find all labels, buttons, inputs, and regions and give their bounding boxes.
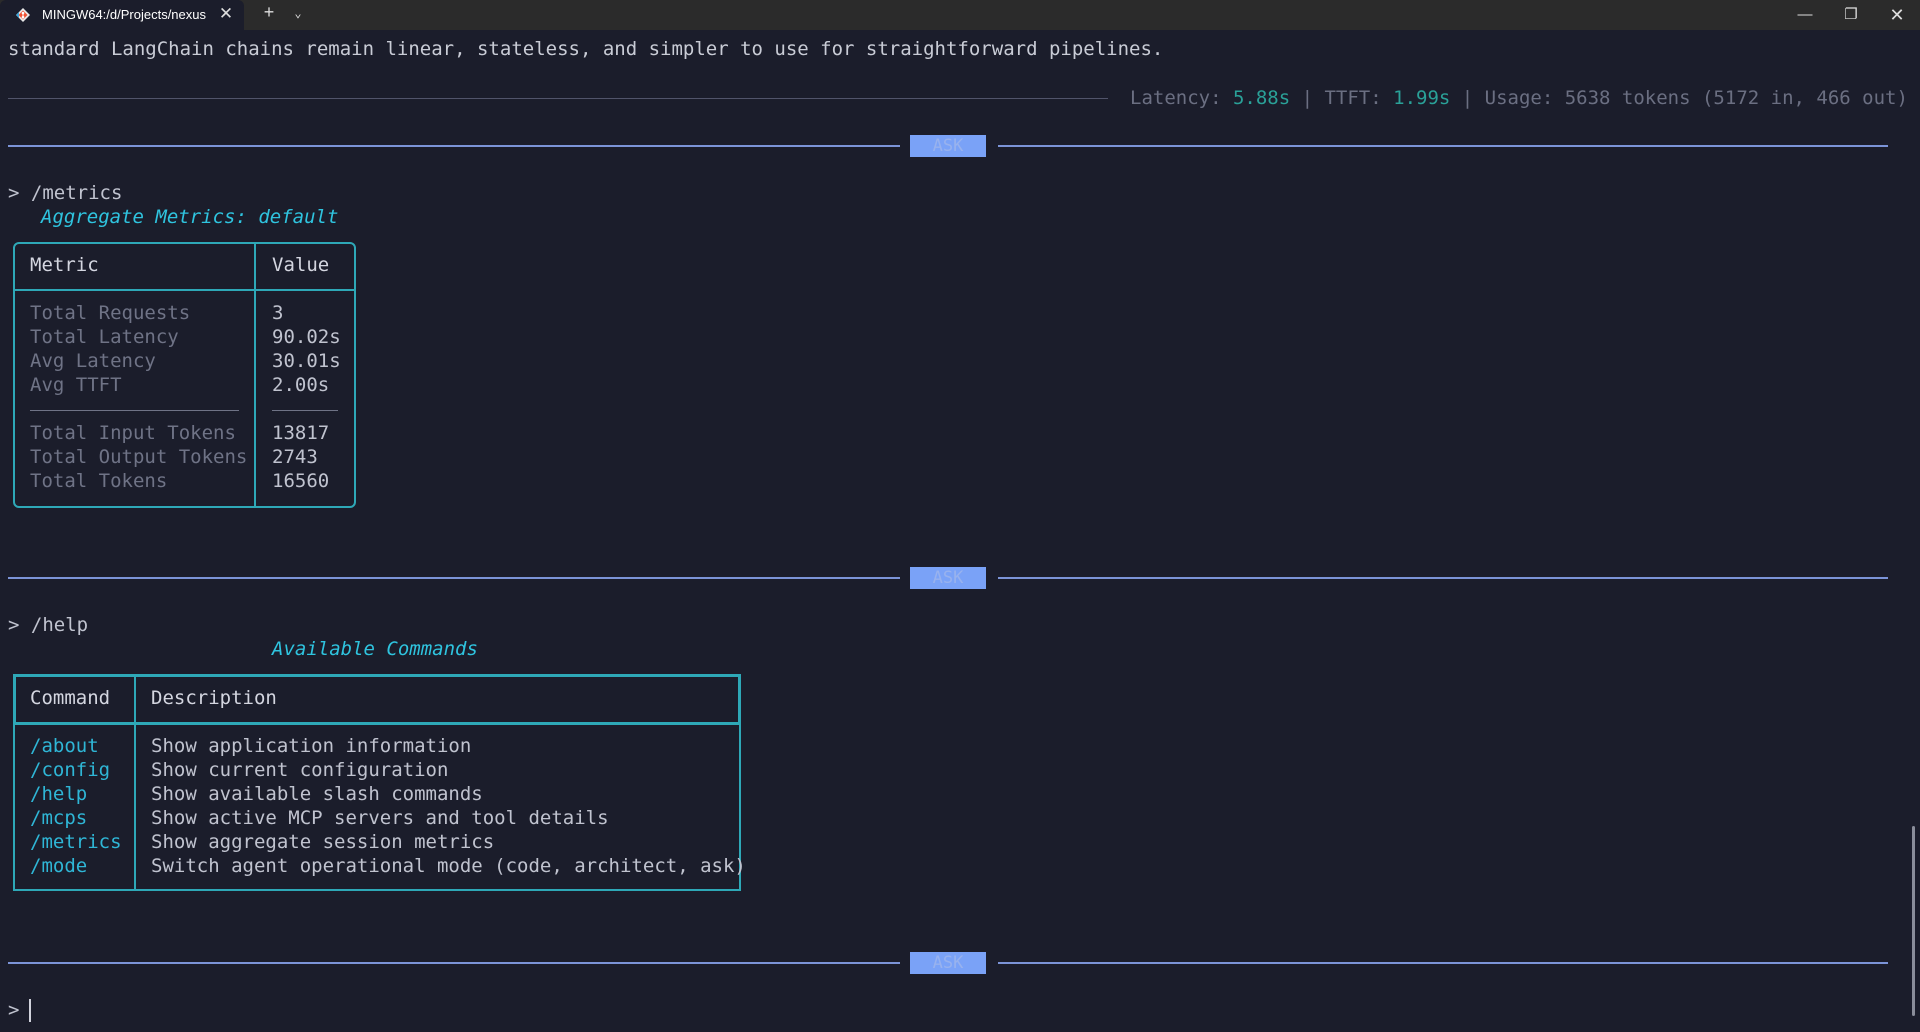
mode-divider-right bbox=[998, 145, 1888, 147]
ttft-value: 1.99s bbox=[1393, 87, 1451, 109]
output-line: standard LangChain chains remain linear,… bbox=[8, 38, 1164, 60]
metric-label: Total Latency bbox=[30, 326, 179, 348]
metric-value: 90.02s bbox=[272, 326, 341, 348]
mode-divider-left bbox=[8, 145, 900, 147]
mode-divider-right bbox=[998, 577, 1888, 579]
status-divider bbox=[8, 98, 1108, 99]
prompt-symbol[interactable]: > bbox=[8, 998, 19, 1022]
metric-value: 2743 bbox=[272, 446, 318, 468]
stats-separator: | bbox=[1290, 87, 1325, 109]
maximize-button[interactable]: ❐ bbox=[1828, 0, 1874, 30]
metric-label: Total Requests bbox=[30, 302, 191, 324]
metric-label: Total Tokens bbox=[30, 470, 168, 492]
response-stats: Latency: 5.88s | TTFT: 1.99s | Usage: 56… bbox=[1130, 86, 1908, 110]
command-name: /config bbox=[30, 759, 111, 781]
title-bar: MINGW64:/d/Projects/nexus ✕ + ⌄ — ❐ ✕ bbox=[0, 0, 1920, 30]
tab-title: MINGW64:/d/Projects/nexus bbox=[42, 7, 206, 22]
help-header-description: Description bbox=[151, 687, 277, 709]
metrics-header-value: Value bbox=[272, 254, 330, 276]
mode-divider-left bbox=[8, 962, 900, 964]
command-name: /mcps bbox=[30, 807, 88, 829]
command-description: Switch agent operational mode (code, arc… bbox=[151, 855, 746, 877]
mode-badge: ASK bbox=[910, 567, 986, 589]
command-name: /mode bbox=[30, 855, 88, 877]
metrics-header-divider bbox=[13, 289, 356, 291]
help-header-command: Command bbox=[30, 687, 111, 709]
metric-label: Total Input Tokens bbox=[30, 422, 236, 444]
metric-value: 3 bbox=[272, 302, 284, 324]
minimize-button[interactable]: — bbox=[1782, 0, 1828, 30]
help-column-divider bbox=[134, 674, 136, 891]
new-tab-button[interactable]: + bbox=[258, 2, 280, 23]
mode-badge: ASK bbox=[910, 135, 986, 157]
text-cursor[interactable] bbox=[29, 999, 31, 1022]
command-description: Show active MCP servers and tool details bbox=[151, 807, 609, 829]
close-window-button[interactable]: ✕ bbox=[1874, 0, 1920, 30]
git-bash-icon bbox=[16, 8, 30, 22]
command-name: /metrics bbox=[30, 831, 122, 853]
command-description: Show current configuration bbox=[151, 759, 449, 781]
section-separator bbox=[272, 410, 338, 411]
stats-separator: | bbox=[1450, 87, 1485, 109]
metric-label: Avg Latency bbox=[30, 350, 156, 372]
metrics-header-metric: Metric bbox=[30, 254, 99, 276]
mode-divider-left bbox=[8, 577, 900, 579]
command-description: Show available slash commands bbox=[151, 783, 483, 805]
metrics-column-divider bbox=[254, 242, 256, 508]
mode-badge: ASK bbox=[910, 952, 986, 974]
mode-divider-right bbox=[998, 962, 1888, 964]
latency-value: 5.88s bbox=[1232, 87, 1291, 109]
command-name: /about bbox=[30, 735, 99, 757]
metric-value: 2.00s bbox=[272, 374, 330, 396]
metric-label: Avg TTFT bbox=[30, 374, 122, 396]
usage-text: Usage: 5638 tokens (5172 in, 466 out) bbox=[1484, 87, 1908, 109]
tab-dropdown-icon[interactable]: ⌄ bbox=[288, 6, 308, 20]
command-input-line: > /metrics bbox=[8, 182, 123, 204]
metric-value: 16560 bbox=[272, 470, 330, 492]
tab-close-icon[interactable]: ✕ bbox=[218, 4, 234, 24]
latency-label: Latency: bbox=[1130, 87, 1233, 109]
metric-label: Total Output Tokens bbox=[30, 446, 248, 468]
command-description: Show aggregate session metrics bbox=[151, 831, 495, 853]
command-name: /help bbox=[30, 783, 88, 805]
section-separator bbox=[30, 410, 239, 411]
command-input-line: > /help bbox=[8, 614, 89, 636]
metric-value: 13817 bbox=[272, 422, 330, 444]
help-table-title: Available Commands bbox=[272, 638, 478, 660]
ttft-label: TTFT: bbox=[1324, 87, 1394, 109]
terminal-tab[interactable]: MINGW64:/d/Projects/nexus ✕ bbox=[0, 0, 244, 30]
metrics-table-title: Aggregate Metrics: default bbox=[41, 206, 339, 228]
scrollbar-thumb[interactable] bbox=[1912, 826, 1915, 1016]
help-table-header bbox=[13, 674, 741, 725]
command-description: Show application information bbox=[151, 735, 472, 757]
metric-value: 30.01s bbox=[272, 350, 341, 372]
